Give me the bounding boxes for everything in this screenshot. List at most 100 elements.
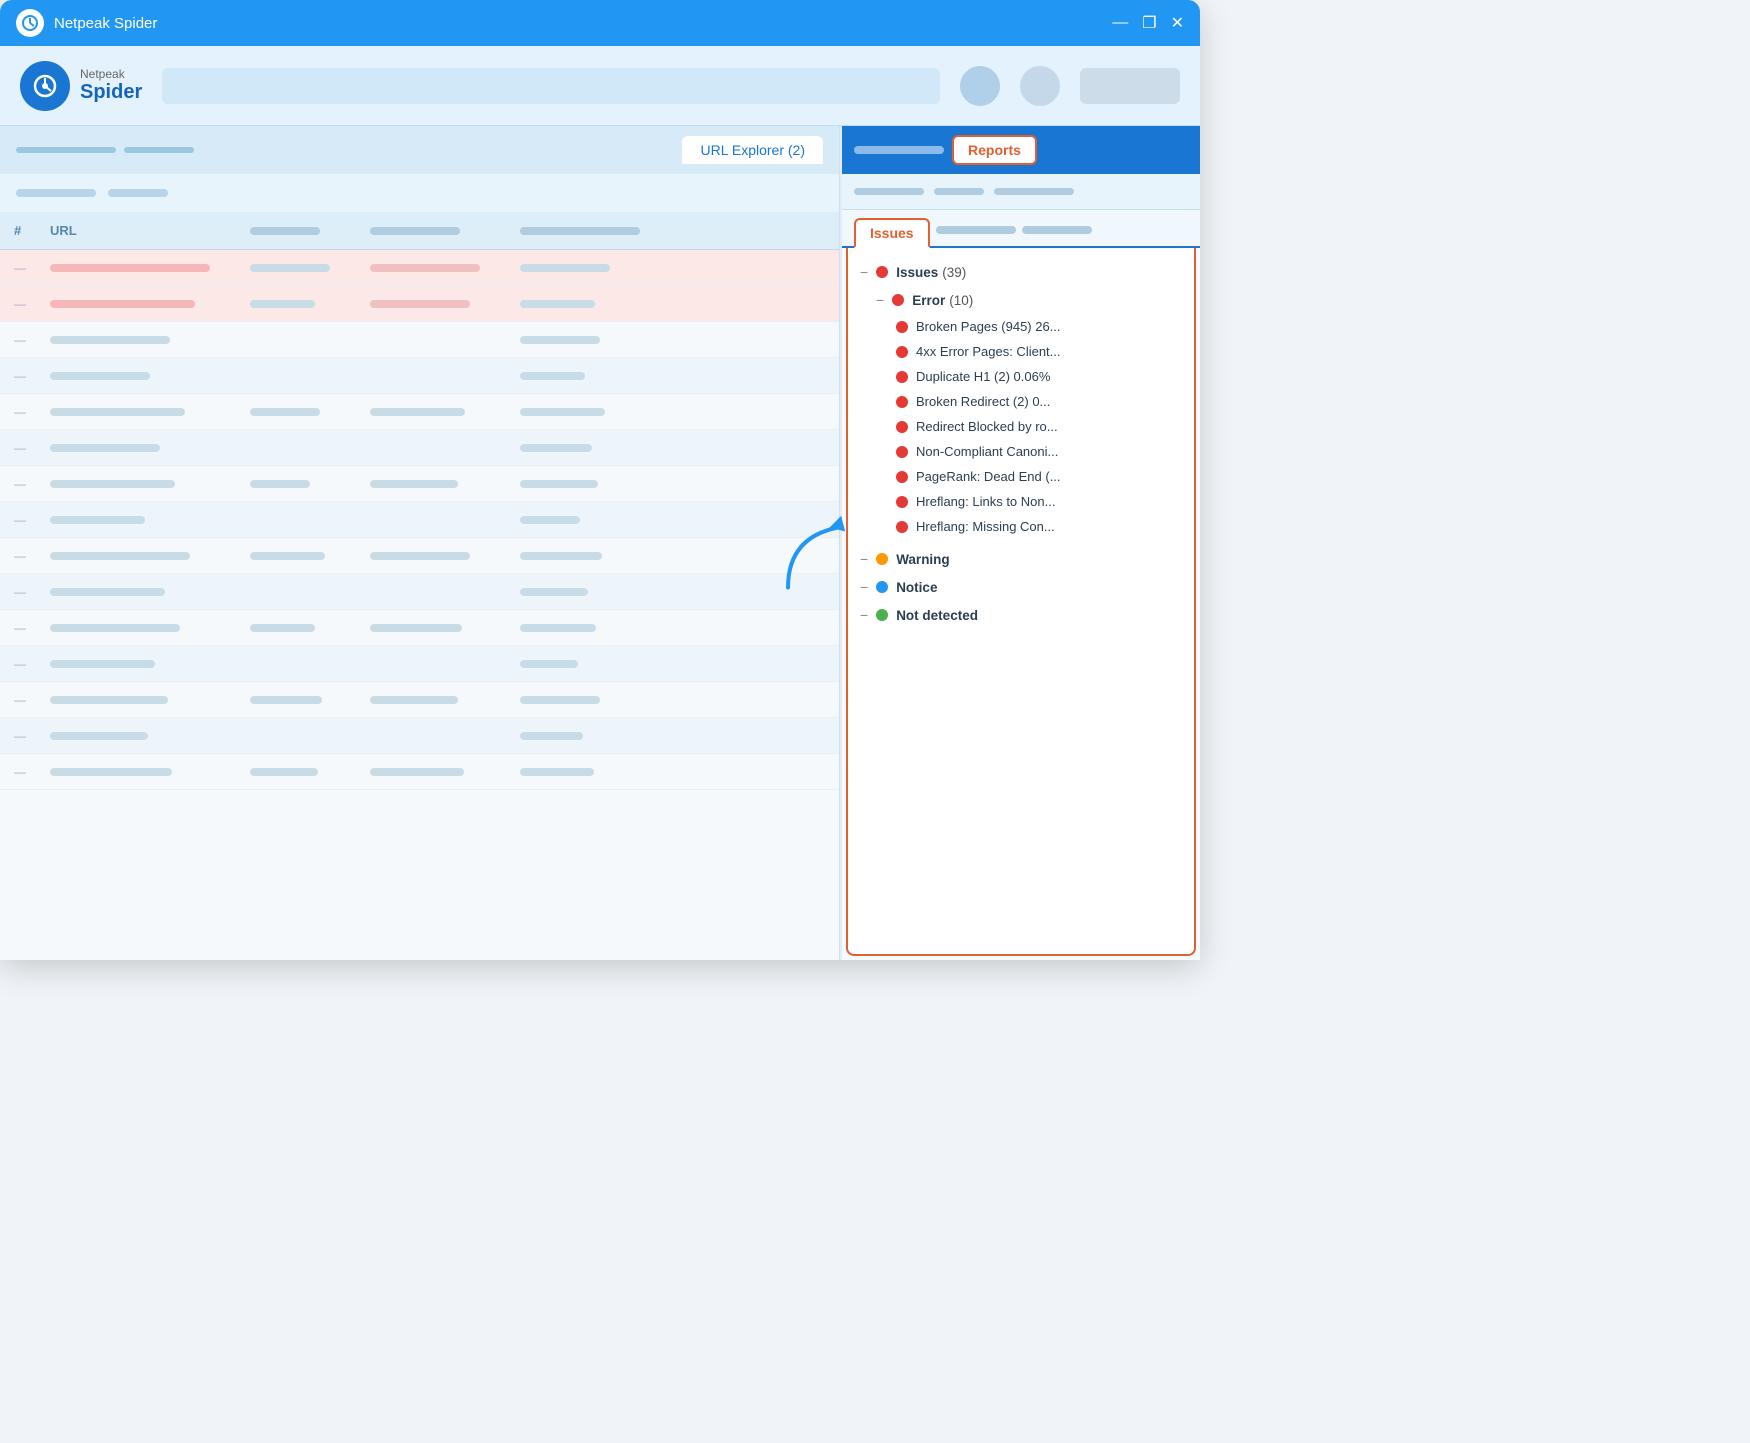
notice-row[interactable]: − Notice xyxy=(848,573,1194,601)
left-panel-wrapper: URL Explorer (2) # URL — xyxy=(0,126,840,960)
url-explorer-tab[interactable]: URL Explorer (2) xyxy=(682,136,823,164)
not-detected-row[interactable]: − Not detected xyxy=(848,601,1194,629)
error-dot xyxy=(892,294,904,306)
error-item-label-2: Duplicate H1 (2) 0.06% xyxy=(916,369,1050,384)
issues-tab[interactable]: Issues xyxy=(854,218,930,248)
col-placeholder-1 xyxy=(244,227,364,235)
error-item-dot-2 xyxy=(896,371,908,383)
url-bar[interactable] xyxy=(162,68,940,104)
table-row[interactable]: — xyxy=(0,466,839,502)
table-row[interactable]: — xyxy=(0,646,839,682)
warning-label: Warning xyxy=(896,552,950,567)
col-placeholder-3 xyxy=(514,227,831,235)
table-row[interactable]: — xyxy=(0,358,839,394)
error-item-dot-8 xyxy=(896,521,908,533)
error-item-dot-3 xyxy=(896,396,908,408)
error-item-1[interactable]: 4xx Error Pages: Client... xyxy=(848,339,1194,364)
error-item-2[interactable]: Duplicate H1 (2) 0.06% xyxy=(848,364,1194,389)
expand-issues[interactable]: − xyxy=(860,264,868,280)
error-item-label-0: Broken Pages (945) 26... xyxy=(916,319,1061,334)
filter-bar xyxy=(0,174,839,212)
spider-logo-icon xyxy=(20,61,70,111)
expand-error[interactable]: − xyxy=(876,292,884,308)
error-item-dot-1 xyxy=(896,346,908,358)
error-item-4[interactable]: Redirect Blocked by ro... xyxy=(848,414,1194,439)
issues-count: (39) xyxy=(942,265,966,280)
window-controls[interactable]: — ❐ ✕ xyxy=(1112,13,1184,33)
expand-not-detected[interactable]: − xyxy=(860,607,868,623)
tab-placeholder-2 xyxy=(124,147,194,153)
col-placeholder-2 xyxy=(364,227,514,235)
error-count: (10) xyxy=(949,293,973,308)
title-bar: Netpeak Spider — ❐ ✕ xyxy=(0,0,1200,46)
error-item-5[interactable]: Non-Compliant Canoni... xyxy=(848,439,1194,464)
col-url: URL xyxy=(44,223,244,238)
right-panel: Reports Issues − Issues (39) − xyxy=(840,126,1200,960)
issues-root-row[interactable]: − Issues (39) xyxy=(848,258,1194,286)
not-detected-dot xyxy=(876,609,888,621)
table-body: — — — xyxy=(0,250,839,960)
table-row[interactable]: — xyxy=(0,610,839,646)
table-row[interactable]: — xyxy=(0,502,839,538)
issues-dot xyxy=(876,266,888,278)
error-item-6[interactable]: PageRank: Dead End (... xyxy=(848,464,1194,489)
right-tab-placeholder xyxy=(854,146,944,154)
error-item-label-8: Hreflang: Missing Con... xyxy=(916,519,1055,534)
sub-pill-3 xyxy=(994,188,1074,195)
app-logo-icon xyxy=(16,9,44,37)
header-action-btn[interactable] xyxy=(1080,68,1180,104)
error-item-3[interactable]: Broken Redirect (2) 0... xyxy=(848,389,1194,414)
warning-dot xyxy=(876,553,888,565)
reports-tab[interactable]: Reports xyxy=(952,135,1037,165)
notice-label: Notice xyxy=(896,580,937,595)
issues-tabs: Issues xyxy=(842,210,1200,248)
error-item-0[interactable]: Broken Pages (945) 26... xyxy=(848,314,1194,339)
error-item-dot-5 xyxy=(896,446,908,458)
filter-pill-2 xyxy=(108,189,168,197)
issues-label: Issues xyxy=(896,265,938,280)
table-row[interactable]: — xyxy=(0,682,839,718)
tab-placeholder-a xyxy=(936,226,1016,234)
close-btn[interactable]: ✕ xyxy=(1171,13,1184,33)
left-panel: URL Explorer (2) # URL — xyxy=(0,126,840,960)
sub-pill-1 xyxy=(854,188,924,195)
table-row[interactable]: — xyxy=(0,322,839,358)
error-item-8[interactable]: Hreflang: Missing Con... xyxy=(848,514,1194,539)
avatar-1 xyxy=(960,66,1000,106)
table-row[interactable]: — xyxy=(0,574,839,610)
tab-placeholder-b xyxy=(1022,226,1092,234)
table-row[interactable]: — xyxy=(0,250,839,286)
table-row[interactable]: — xyxy=(0,286,839,322)
expand-warning[interactable]: − xyxy=(860,551,868,567)
filter-pill-1 xyxy=(16,189,96,197)
error-item-label-3: Broken Redirect (2) 0... xyxy=(916,394,1050,409)
table-row[interactable]: — xyxy=(0,394,839,430)
table-row[interactable]: — xyxy=(0,754,839,790)
table-row[interactable]: — xyxy=(0,718,839,754)
table-row[interactable]: — xyxy=(0,430,839,466)
error-item-dot-4 xyxy=(896,421,908,433)
error-row[interactable]: − Error (10) xyxy=(848,286,1194,314)
issues-list: − Issues (39) − Error (10) Broken Pages … xyxy=(846,248,1196,956)
warning-row[interactable]: − Warning xyxy=(848,545,1194,573)
minimize-btn[interactable]: — xyxy=(1112,14,1128,32)
right-top-tabs: Reports xyxy=(842,126,1200,174)
table-row[interactable]: — xyxy=(0,538,839,574)
expand-notice[interactable]: − xyxy=(860,579,868,595)
not-detected-label: Not detected xyxy=(896,608,978,623)
spider-label: Spider xyxy=(80,81,142,104)
tab-placeholder-1 xyxy=(16,147,116,153)
error-item-dot-7 xyxy=(896,496,908,508)
maximize-btn[interactable]: ❐ xyxy=(1142,13,1156,33)
netpeak-label: Netpeak xyxy=(80,67,142,81)
main-area: URL Explorer (2) # URL — xyxy=(0,126,1200,960)
app-logo: Netpeak Spider xyxy=(20,61,142,111)
error-item-7[interactable]: Hreflang: Links to Non... xyxy=(848,489,1194,514)
app-title: Netpeak Spider xyxy=(54,15,157,32)
error-item-label-1: 4xx Error Pages: Client... xyxy=(916,344,1061,359)
error-item-label-5: Non-Compliant Canoni... xyxy=(916,444,1058,459)
error-item-dot-6 xyxy=(896,471,908,483)
error-label: Error xyxy=(912,293,945,308)
notice-dot xyxy=(876,581,888,593)
table-header: # URL xyxy=(0,212,839,250)
